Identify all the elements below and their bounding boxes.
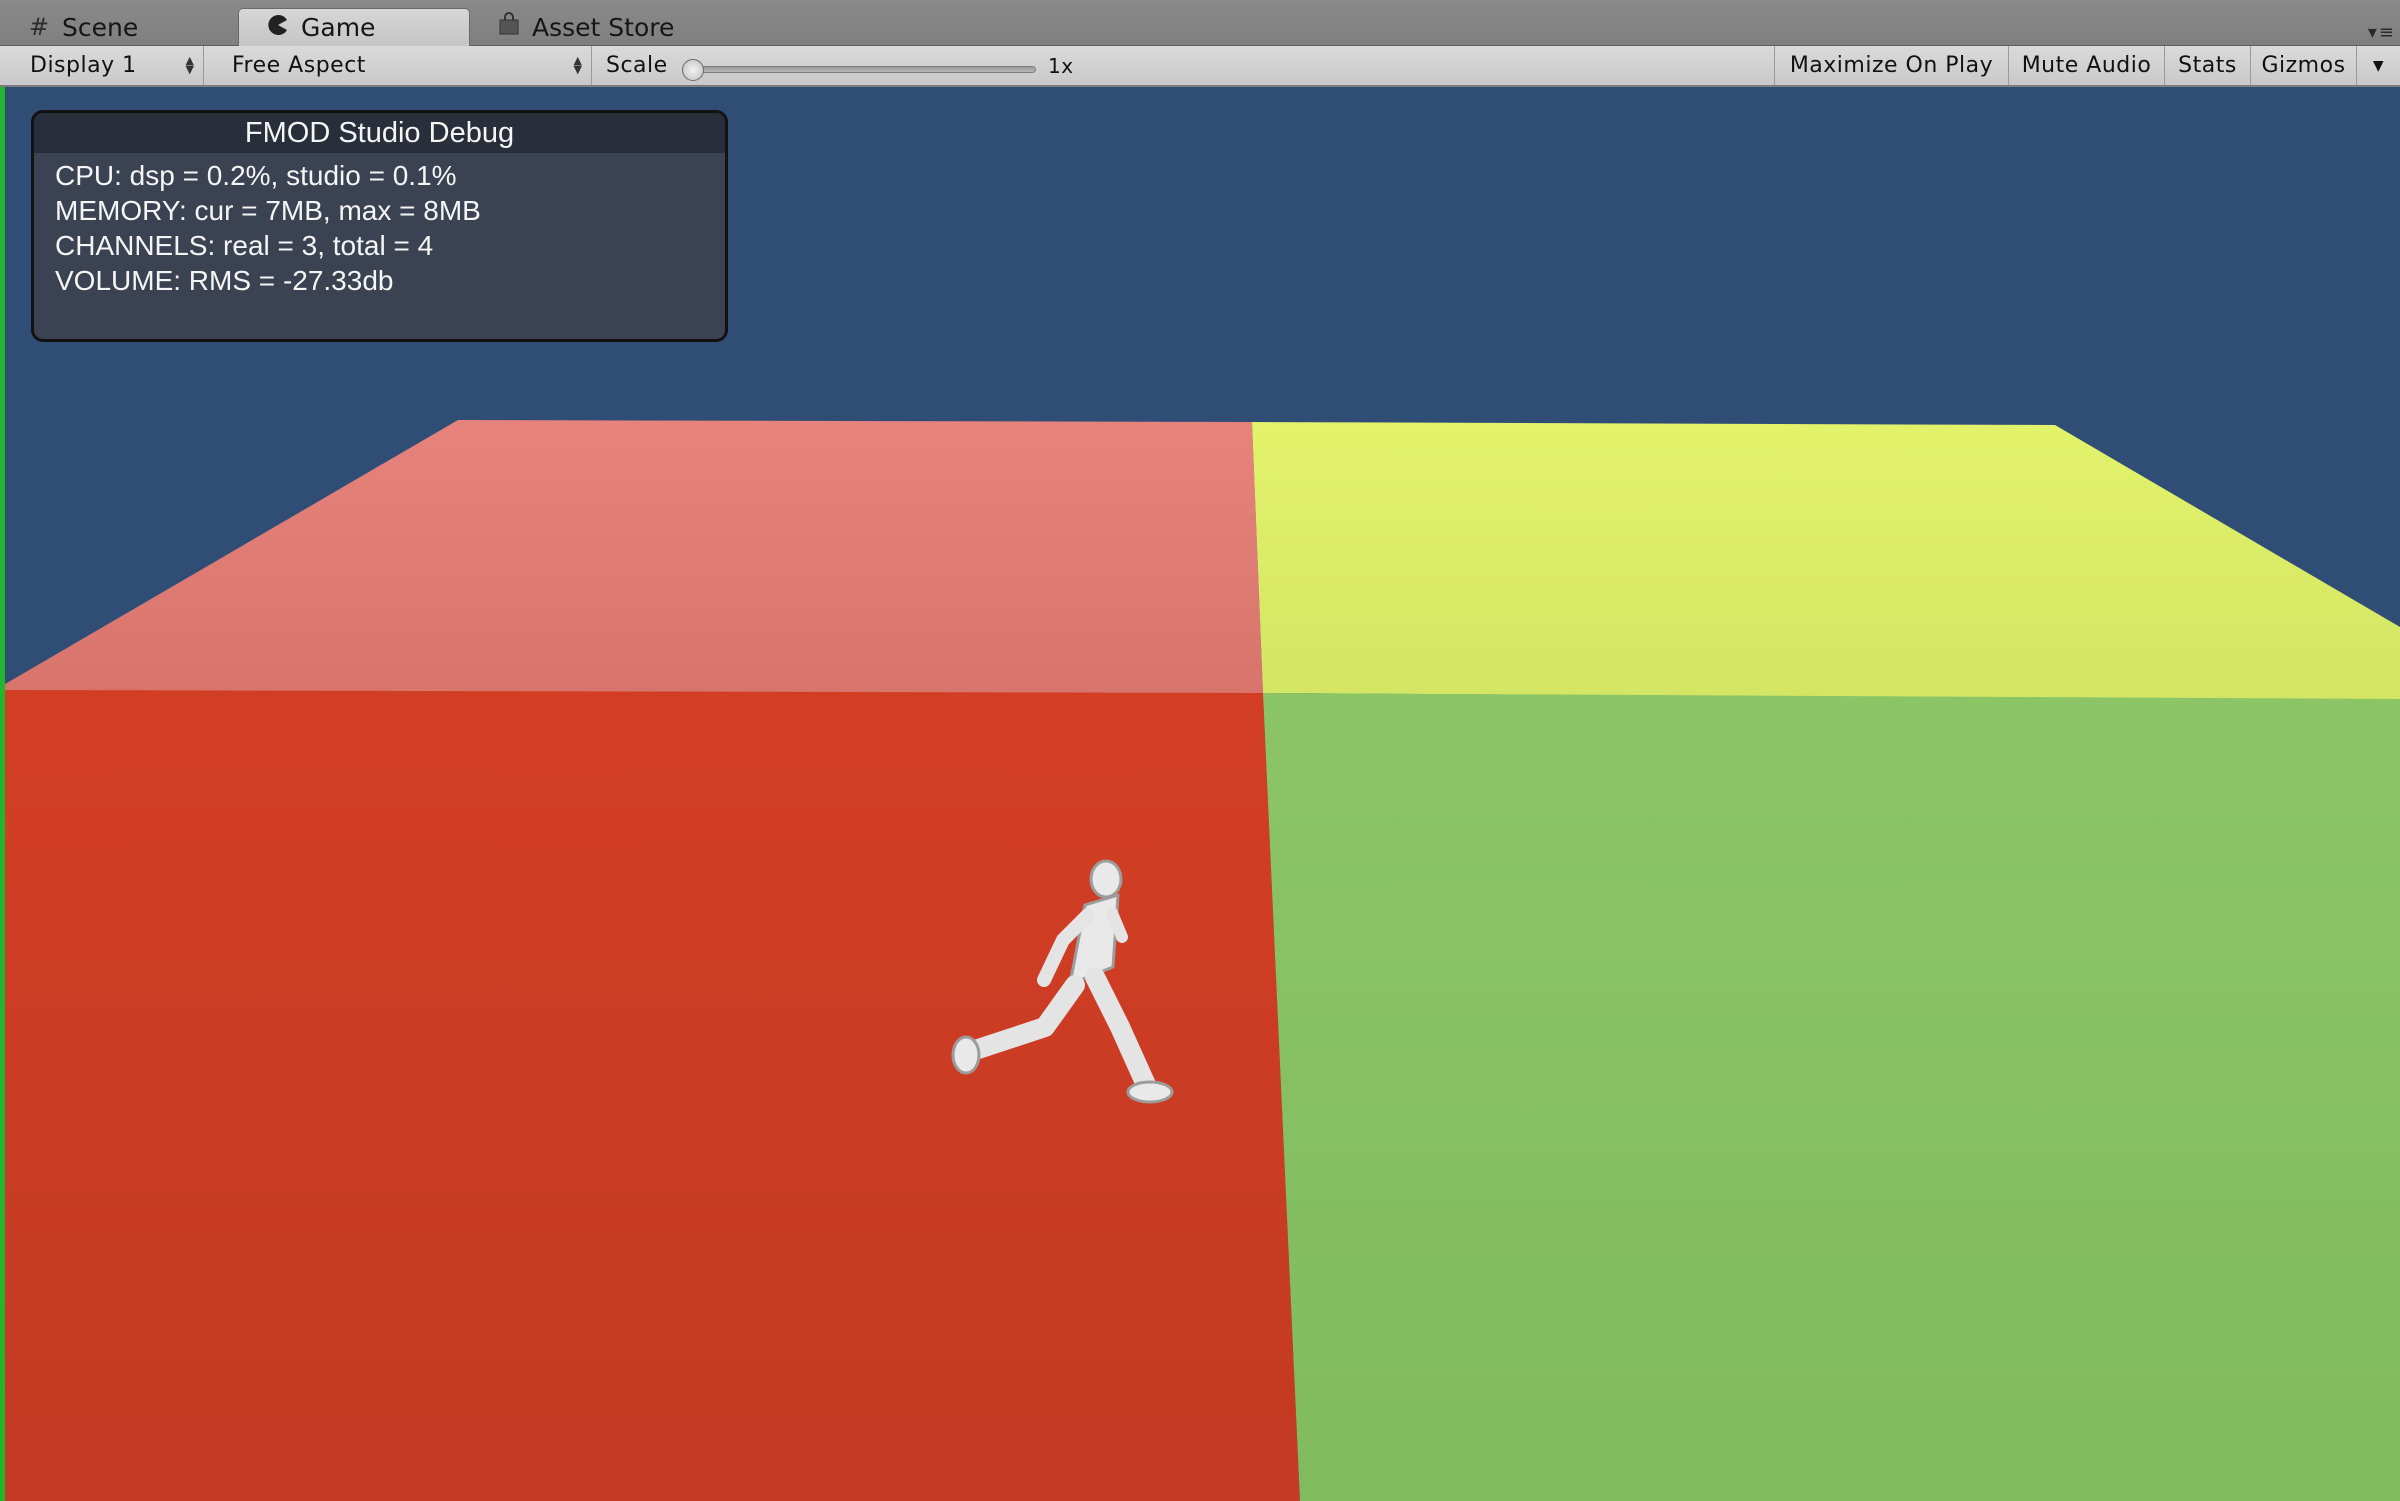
scale-slider-track[interactable] — [690, 66, 1036, 73]
debug-panel-title: FMOD Studio Debug — [34, 113, 725, 153]
floor-near-left — [0, 690, 1300, 1501]
updown-arrows-icon: ▲ ▼ — [573, 54, 583, 76]
scale-slider-thumb[interactable] — [682, 59, 704, 81]
debug-volume-line: VOLUME: RMS = -27.33db — [55, 265, 394, 296]
gizmos-dropdown-icon[interactable]: ▼ — [2356, 46, 2400, 85]
aspect-select[interactable]: Free Aspect ▲ ▼ — [218, 46, 592, 85]
panel-menu-icon[interactable]: ▾ ≡ — [2368, 22, 2394, 43]
gizmos-button[interactable]: Gizmos — [2250, 46, 2356, 85]
debug-cpu-line: CPU: dsp = 0.2%, studio = 0.1% — [55, 160, 457, 191]
editor-tab-bar: # Scene Game Asset Store ▾ ≡ — [0, 0, 2400, 46]
debug-channels-line: CHANNELS: real = 3, total = 4 — [55, 230, 434, 261]
fmod-debug-panel: FMOD Studio Debug CPU: dsp = 0.2%, studi… — [31, 110, 728, 342]
scale-label: Scale — [606, 53, 668, 78]
tab-scene[interactable]: # Scene — [0, 8, 230, 46]
tab-label: Game — [301, 13, 376, 42]
scale-value: 1x — [1048, 53, 1074, 78]
maximize-on-play-button[interactable]: Maximize On Play — [1774, 46, 2008, 85]
display-select-value: Display 1 — [30, 53, 137, 78]
floor-far-right — [1252, 422, 2400, 700]
floor-near-right — [1263, 693, 2400, 1501]
aspect-select-value: Free Aspect — [232, 53, 366, 78]
floor-far-left — [0, 420, 1263, 693]
display-select[interactable]: Display 1 ▲ ▼ — [16, 46, 204, 85]
tab-label: Asset Store — [532, 12, 675, 42]
grid-icon: # — [28, 13, 50, 41]
debug-memory-line: MEMORY: cur = 7MB, max = 8MB — [55, 195, 481, 226]
play-mode-indicator — [0, 87, 5, 1501]
tab-game[interactable]: Game — [238, 8, 470, 46]
pacman-icon — [265, 14, 291, 42]
mute-audio-button[interactable]: Mute Audio — [2008, 46, 2164, 85]
tab-asset-store[interactable]: Asset Store — [470, 8, 710, 46]
stats-button[interactable]: Stats — [2164, 46, 2250, 85]
tab-label: Scene — [62, 12, 139, 42]
game-view-toolbar: Display 1 ▲ ▼ Free Aspect ▲ ▼ Scale 1x Max… — [0, 46, 2400, 86]
updown-arrows-icon: ▲ ▼ — [185, 54, 195, 76]
bag-icon — [496, 12, 522, 42]
